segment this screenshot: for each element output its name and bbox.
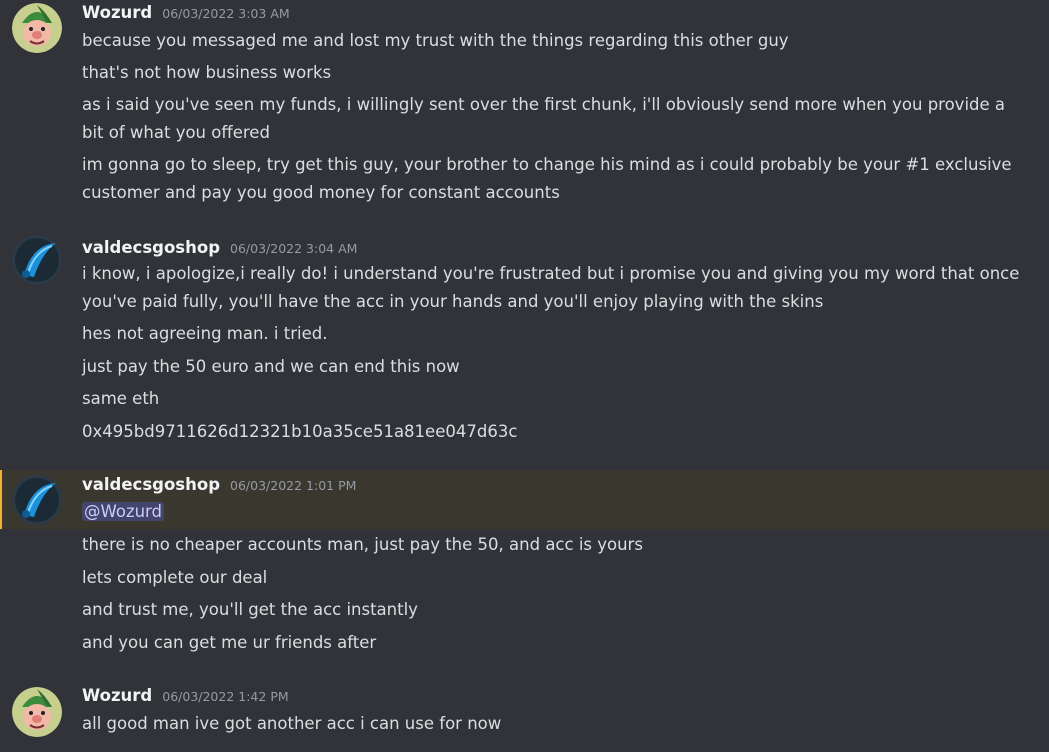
username[interactable]: valdecsgoshop (82, 475, 220, 494)
username[interactable]: Wozurd (82, 3, 152, 22)
message-text: because you messaged me and lost my trus… (82, 31, 789, 50)
message-group-mention: valdecsgoshop 06/03/2022 1:01 PM @Wozurd (0, 470, 1049, 529)
timestamp: 06/03/2022 1:42 PM (162, 689, 289, 704)
message-text: lets complete our deal (82, 568, 268, 587)
message-text: and you can get me ur friends after (82, 633, 377, 652)
message-text: same eth (82, 389, 160, 408)
message-text: there is no cheaper accounts man, just p… (82, 535, 643, 554)
message-text: all good man ive got another acc i can u… (82, 714, 502, 733)
message-text: just pay the 50 euro and we can end this… (82, 357, 460, 376)
message-text: im gonna go to sleep, try get this guy, … (82, 155, 1012, 202)
message-text: that's not how business works (82, 63, 332, 82)
message-text: hes not agreeing man. i tried. (82, 324, 328, 343)
user-mention[interactable]: @Wozurd (82, 502, 165, 521)
message-group-continued: there is no cheaper accounts man, just p… (0, 529, 1049, 669)
timestamp: 06/03/2022 1:01 PM (230, 478, 357, 493)
message-group: Wozurd 06/03/2022 3:03 AM because you me… (0, 0, 1049, 210)
message-text: @Wozurd (82, 498, 1022, 526)
message-group: Wozurd 06/03/2022 1:42 PM all good man i… (0, 685, 1049, 752)
chat-message-list[interactable]: Wozurd 06/03/2022 3:03 AM because you me… (0, 0, 1049, 752)
message-text: as i said you've seen my funds, i willin… (82, 95, 1006, 142)
blue-knife-avatar-icon[interactable] (12, 475, 62, 525)
timestamp: 06/03/2022 3:03 AM (162, 6, 290, 21)
message-text: and trust me, you'll get the acc instant… (82, 600, 418, 619)
message-text: i know, i apologize,i really do! i under… (82, 264, 1020, 311)
gnome-avatar-icon[interactable] (12, 3, 62, 53)
message-text: 0x495bd9711626d12321b10a35ce51a81ee047d6… (82, 422, 518, 441)
timestamp: 06/03/2022 3:04 AM (230, 241, 358, 256)
blue-knife-avatar-icon[interactable] (12, 235, 62, 285)
gnome-avatar-icon[interactable] (12, 687, 62, 737)
username[interactable]: Wozurd (82, 686, 152, 705)
message-group: valdecsgoshop 06/03/2022 3:04 AM i know,… (0, 232, 1049, 454)
username[interactable]: valdecsgoshop (82, 238, 220, 257)
